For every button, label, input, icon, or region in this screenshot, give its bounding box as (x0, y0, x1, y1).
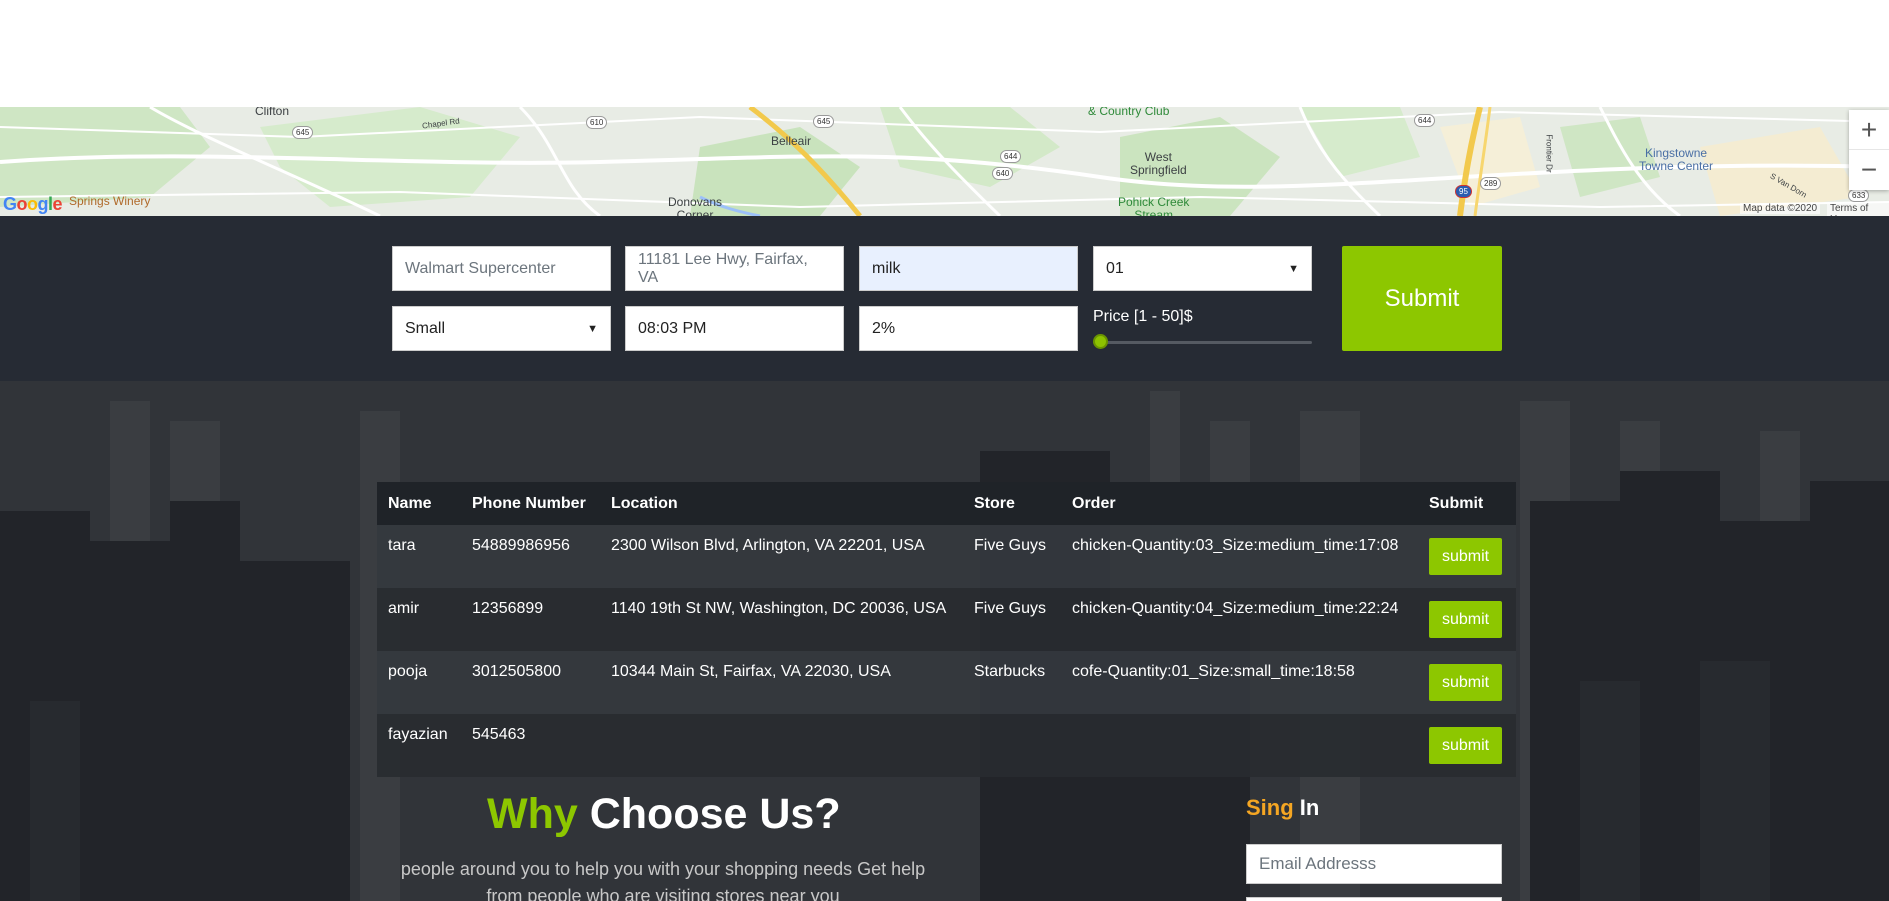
zoom-out-button[interactable]: − (1849, 150, 1889, 190)
size-select[interactable]: Small ▼ (392, 306, 611, 351)
email-input[interactable]: Email Addresss (1246, 844, 1502, 884)
cell-location (600, 714, 963, 777)
map-zoom-control[interactable]: + − (1849, 110, 1889, 190)
cell-phone: 3012505800 (461, 651, 600, 714)
why-heading-rest: Choose Us? (589, 790, 841, 838)
cell-name: amir (377, 588, 461, 651)
sign-in-heading: Sing In (1246, 795, 1319, 821)
route-shield: 633 (1848, 189, 1870, 202)
quantity-select[interactable]: 01 ▼ (1093, 246, 1312, 291)
cell-name: tara (377, 525, 461, 588)
map-place-pohick-creek: Pohick Creek Stream (1118, 195, 1190, 217)
password-input[interactable] (1246, 897, 1502, 901)
price-slider[interactable] (1093, 341, 1312, 344)
route-shield: 645 (292, 126, 314, 139)
why-heading-accent: Why (487, 790, 578, 838)
size-select-value: Small (405, 319, 446, 337)
note-input[interactable]: 2% (859, 306, 1078, 351)
cell-store: Five Guys (963, 525, 1061, 588)
cell-store: Five Guys (963, 588, 1061, 651)
cell-name: pooja (377, 651, 461, 714)
column-header-phone: Phone Number (461, 482, 600, 525)
cell-order: chicken-Quantity:03_Size:medium_time:17:… (1061, 525, 1418, 588)
cell-store: Starbucks (963, 651, 1061, 714)
quantity-select-value: 01 (1106, 259, 1124, 277)
cell-store (963, 714, 1061, 777)
cell-name: fayazian (377, 714, 461, 777)
sign-in-heading-rest: In (1299, 795, 1320, 820)
route-shield: 644 (1414, 114, 1436, 127)
route-shield: 645 (813, 115, 835, 128)
map-place-country-club: & Country Club (1088, 107, 1170, 118)
map-place-west-springfield: West Springfield (1130, 150, 1187, 177)
google-logo: Google (3, 194, 63, 214)
column-header-order: Order (1061, 482, 1418, 525)
cell-phone: 54889986956 (461, 525, 600, 588)
cell-submit: submit (1418, 651, 1516, 714)
map-place-kingstowne: Kingstowne Towne Center (1639, 146, 1714, 173)
why-choose-us-heading: Why Choose Us? (487, 790, 841, 839)
cell-location: 2300 Wilson Blvd, Arlington, VA 22201, U… (600, 525, 963, 588)
column-header-location: Location (600, 482, 963, 525)
route-shield: 289 (1480, 177, 1502, 190)
map-terms-link[interactable]: Terms of Use (1827, 203, 1889, 216)
table-row: amir 12356899 1140 19th St NW, Washingto… (377, 588, 1516, 651)
table-row: tara 54889986956 2300 Wilson Blvd, Arlin… (377, 525, 1516, 588)
cell-submit: submit (1418, 588, 1516, 651)
address-input[interactable]: 11181 Lee Hwy, Fairfax, VA (625, 246, 844, 291)
interstate-shield: 95 (1455, 185, 1472, 198)
item-input[interactable]: milk (859, 246, 1078, 291)
map-canvas (0, 107, 1889, 216)
sign-in-heading-accent: Sing (1246, 795, 1294, 820)
cell-location: 1140 19th St NW, Washington, DC 20036, U… (600, 588, 963, 651)
cell-submit: submit (1418, 714, 1516, 777)
cell-submit: submit (1418, 525, 1516, 588)
row-submit-button[interactable]: submit (1429, 601, 1502, 638)
why-description: people around you to help you with your … (400, 859, 926, 901)
route-shield: 644 (1000, 150, 1022, 163)
cell-order: chicken-Quantity:04_Size:medium_time:22:… (1061, 588, 1418, 651)
order-form-bar (0, 216, 1889, 381)
orders-table: Name Phone Number Location Store Order S… (377, 482, 1516, 777)
chevron-down-icon: ▼ (587, 322, 598, 335)
map[interactable]: Clifton & Country Club Belleair West Spr… (0, 107, 1889, 216)
price-label: Price [1 - 50]$ (1093, 308, 1193, 325)
cell-phone: 12356899 (461, 588, 600, 651)
table-header-row: Name Phone Number Location Store Order S… (377, 482, 1516, 525)
cell-location: 10344 Main St, Fairfax, VA 22030, USA (600, 651, 963, 714)
map-place-clifton: Clifton (255, 107, 290, 118)
map-place-belleair: Belleair (771, 134, 812, 148)
column-header-submit: Submit (1418, 482, 1516, 525)
column-header-name: Name (377, 482, 461, 525)
submit-button[interactable]: Submit (1342, 246, 1502, 351)
zoom-in-button[interactable]: + (1849, 110, 1889, 150)
cell-phone: 545463 (461, 714, 600, 777)
chevron-down-icon: ▼ (1288, 262, 1299, 275)
time-input[interactable]: 08:03 PM (625, 306, 844, 351)
cell-order (1061, 714, 1418, 777)
row-submit-button[interactable]: submit (1429, 664, 1502, 701)
map-road-frontier-dr: Frontier Dr (1544, 134, 1554, 173)
route-shield: 640 (992, 167, 1014, 180)
table-row: pooja 3012505800 10344 Main St, Fairfax,… (377, 651, 1516, 714)
cell-order: cofe-Quantity:01_Size:small_time:18:58 (1061, 651, 1418, 714)
map-place-springs-winery: Springs Winery (69, 194, 151, 208)
route-shield: 610 (586, 116, 608, 129)
row-submit-button[interactable]: submit (1429, 538, 1502, 575)
map-data-attribution: Map data ©2020 (1740, 203, 1821, 214)
price-slider-handle[interactable] (1093, 334, 1108, 349)
store-input[interactable]: Walmart Supercenter (392, 246, 611, 291)
table-row: fayazian 545463 submit (377, 714, 1516, 777)
row-submit-button[interactable]: submit (1429, 727, 1502, 764)
map-place-donovans-corner: Donovans Corner (668, 195, 723, 217)
column-header-store: Store (963, 482, 1061, 525)
